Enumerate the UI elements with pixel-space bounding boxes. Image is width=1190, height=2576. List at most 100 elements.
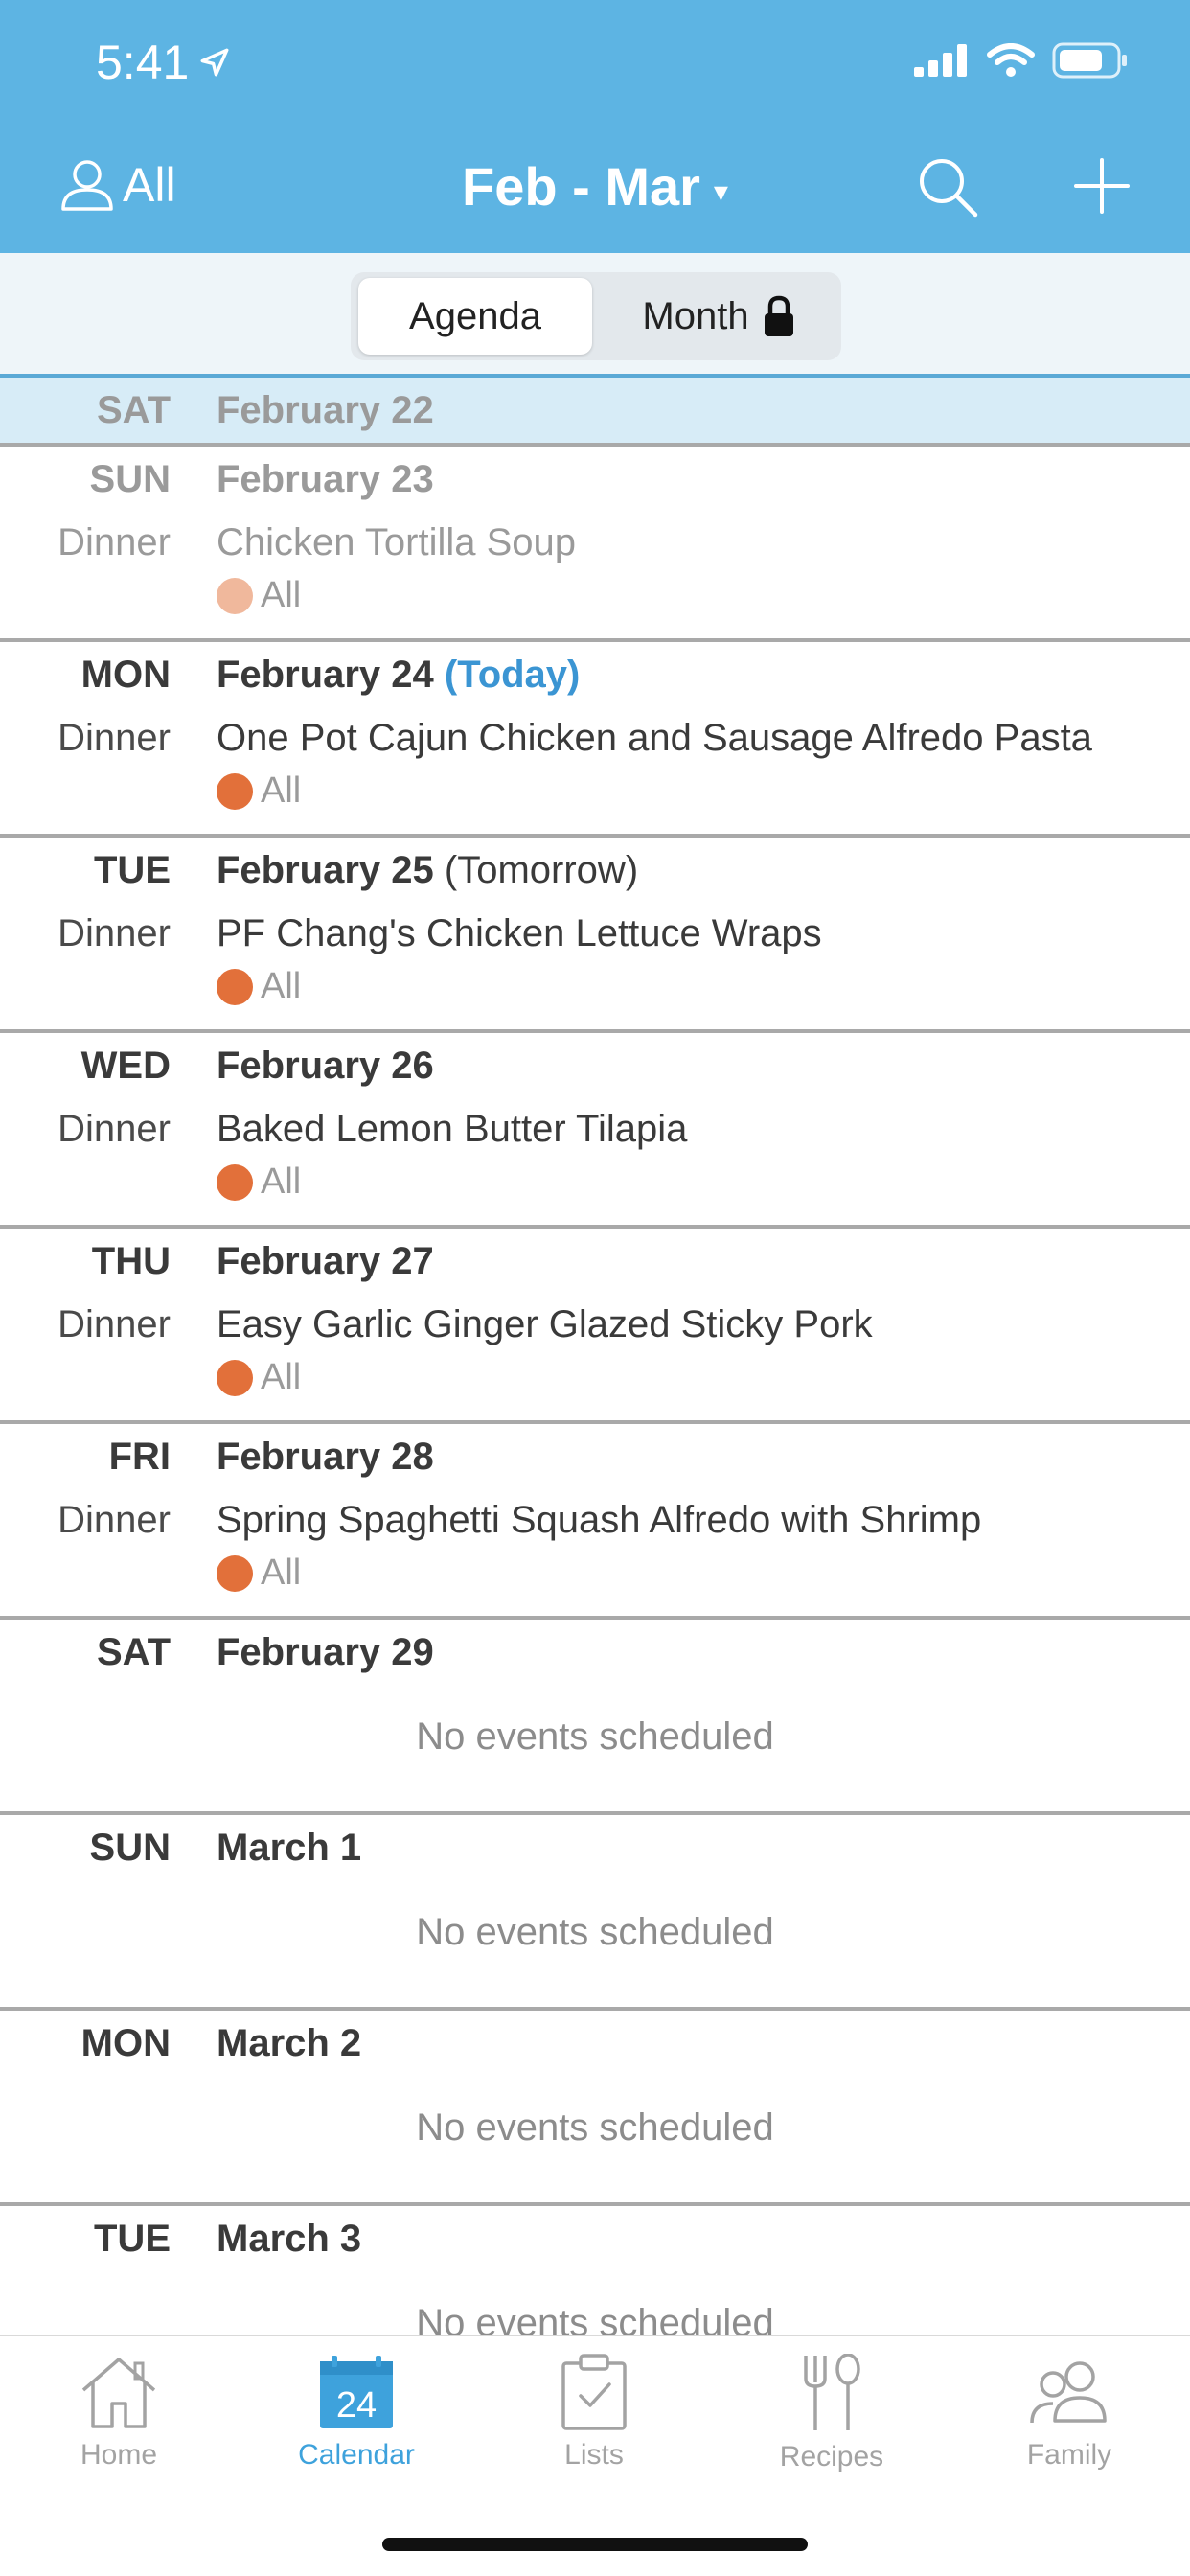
people-icon bbox=[1030, 2361, 1107, 2424]
search-icon bbox=[920, 159, 978, 218]
day-of-week: WED bbox=[80, 1045, 171, 1087]
meal-event[interactable]: Dinner PF Chang's Chicken Lettuce Wraps … bbox=[0, 907, 1190, 1029]
day-date: February 22 bbox=[217, 389, 434, 431]
plus-icon bbox=[1074, 158, 1130, 214]
day-date: February 24 (Today) bbox=[217, 654, 580, 697]
assignee-label: All bbox=[261, 1162, 302, 1202]
status-time-text: 5:41 bbox=[96, 35, 190, 89]
meal-type: Dinner bbox=[57, 1499, 171, 1541]
agenda-list: SAT February 22 SUN February 23 Dinner C… bbox=[0, 378, 1190, 2398]
calendar-icon: 24 bbox=[320, 2356, 393, 2428]
assignee: All bbox=[217, 1162, 301, 1203]
month-tab[interactable]: Month bbox=[602, 278, 835, 355]
add-button[interactable] bbox=[1073, 157, 1131, 219]
day-of-week: FRI bbox=[108, 1436, 171, 1478]
assignee-label: All bbox=[261, 575, 302, 615]
day-row[interactable]: SAT February 22 bbox=[0, 378, 1190, 447]
day-date: March 3 bbox=[217, 2218, 362, 2260]
day-date: February 25 (Tomorrow) bbox=[217, 849, 638, 892]
no-events-message: No events scheduled bbox=[416, 1715, 774, 1758]
assignee: All bbox=[217, 966, 301, 1007]
status-icons bbox=[914, 42, 1129, 79]
day-row: THU February 27 Dinner Easy Garlic Ginge… bbox=[0, 1229, 1190, 1424]
recipe-title: Easy Garlic Ginger Glazed Sticky Pork bbox=[217, 1303, 873, 1346]
tab-recipes[interactable]: Recipes bbox=[713, 2353, 950, 2473]
recipe-title: PF Chang's Chicken Lettuce Wraps bbox=[217, 912, 822, 954]
home-icon bbox=[81, 2358, 156, 2428]
day-header: WED February 26 bbox=[0, 1033, 1190, 1102]
view-segmented-control: Agenda Month bbox=[351, 272, 841, 360]
assignee-color-dot bbox=[217, 1554, 253, 1592]
meal-event[interactable]: Dinner Baked Lemon Butter Tilapia All bbox=[0, 1102, 1190, 1225]
day-of-week: TUE bbox=[94, 2218, 171, 2260]
tab-home[interactable]: Home bbox=[0, 2354, 238, 2472]
meal-event[interactable]: Dinner One Pot Cajun Chicken and Sausage… bbox=[0, 711, 1190, 834]
meal-type: Dinner bbox=[57, 717, 171, 759]
day-of-week: THU bbox=[91, 1240, 171, 1282]
day-of-week: TUE bbox=[94, 849, 171, 891]
day-row: SUN February 23 Dinner Chicken Tortilla … bbox=[0, 447, 1190, 642]
day-row: FRI February 28 Dinner Spring Spaghetti … bbox=[0, 1424, 1190, 1620]
agenda-tab[interactable]: Agenda bbox=[358, 278, 592, 355]
assignee: All bbox=[217, 1552, 301, 1594]
meal-event[interactable]: Dinner Easy Garlic Ginger Glazed Sticky … bbox=[0, 1298, 1190, 1420]
cellular-signal-icon bbox=[914, 44, 967, 77]
tab-calendar[interactable]: 24 Calendar bbox=[238, 2354, 475, 2472]
day-date: February 28 bbox=[217, 1436, 434, 1478]
assignee: All bbox=[217, 1357, 301, 1398]
day-header: SAT February 29 bbox=[0, 1620, 1190, 1689]
location-arrow-icon bbox=[200, 48, 229, 77]
recipe-title: Spring Spaghetti Squash Alfredo with Shr… bbox=[217, 1499, 982, 1541]
day-header: MON March 2 bbox=[0, 2011, 1190, 2080]
day-date: February 27 bbox=[217, 1240, 434, 1282]
assignee-label: All bbox=[261, 1552, 302, 1593]
wifi-icon bbox=[987, 43, 1035, 77]
meal-type: Dinner bbox=[57, 1303, 171, 1346]
recipe-title: Baked Lemon Butter Tilapia bbox=[217, 1108, 688, 1150]
tab-lists-label: Lists bbox=[564, 2439, 624, 2471]
day-of-week: MON bbox=[80, 2022, 171, 2064]
meal-event[interactable]: Dinner Chicken Tortilla Soup All bbox=[0, 516, 1190, 638]
day-of-week: SUN bbox=[89, 458, 171, 500]
recipe-title: Chicken Tortilla Soup bbox=[217, 521, 577, 564]
tab-lists[interactable]: Lists bbox=[475, 2354, 713, 2472]
day-of-week: SUN bbox=[89, 1827, 171, 1869]
app-header: 5:41 All Feb - Mar ▾ bbox=[0, 0, 1190, 253]
day-row[interactable]: SUN March 1 No events scheduled bbox=[0, 1815, 1190, 2011]
day-date: February 29 bbox=[217, 1631, 434, 1673]
month-tab-label: Month bbox=[642, 294, 749, 337]
day-header: TUE February 25 (Tomorrow) bbox=[0, 838, 1190, 907]
tab-family[interactable]: Family bbox=[950, 2354, 1188, 2472]
day-row[interactable]: MON March 2 No events scheduled bbox=[0, 2011, 1190, 2206]
assignee-label: All bbox=[261, 966, 302, 1006]
day-date: February 23 bbox=[217, 458, 434, 500]
day-row: TUE February 25 (Tomorrow) Dinner PF Cha… bbox=[0, 838, 1190, 1033]
day-header: THU February 27 bbox=[0, 1229, 1190, 1298]
meal-event[interactable]: Dinner Spring Spaghetti Squash Alfredo w… bbox=[0, 1493, 1190, 1616]
search-button[interactable] bbox=[916, 155, 979, 223]
agenda-tab-label: Agenda bbox=[409, 294, 541, 337]
day-date: March 2 bbox=[217, 2022, 362, 2064]
day-date: March 1 bbox=[217, 1827, 362, 1869]
day-of-week: SAT bbox=[96, 389, 171, 431]
home-indicator[interactable] bbox=[382, 2538, 808, 2551]
battery-icon bbox=[1052, 42, 1127, 79]
day-of-week: MON bbox=[80, 654, 171, 696]
assignee-color-dot bbox=[217, 968, 253, 1005]
day-header: SUN March 1 bbox=[0, 1815, 1190, 1884]
today-label: (Today) bbox=[444, 654, 581, 696]
assignee-color-dot bbox=[217, 1359, 253, 1396]
day-of-week: SAT bbox=[96, 1631, 171, 1673]
day-header: TUE March 3 bbox=[0, 2206, 1190, 2275]
recipe-title: One Pot Cajun Chicken and Sausage Alfred… bbox=[217, 717, 1092, 759]
date-range-title: Feb - Mar bbox=[462, 156, 700, 217]
caret-down-icon: ▾ bbox=[713, 176, 728, 208]
assignee-label: All bbox=[261, 1357, 302, 1397]
meal-type: Dinner bbox=[57, 521, 171, 564]
assignee-color-dot bbox=[217, 577, 253, 614]
day-row[interactable]: SAT February 29 No events scheduled bbox=[0, 1620, 1190, 1815]
day-date-text: February 24 bbox=[217, 654, 434, 696]
date-range-selector[interactable]: Feb - Mar ▾ bbox=[0, 155, 1190, 218]
view-switcher-bar: Agenda Month bbox=[0, 253, 1190, 378]
day-header: SAT February 22 bbox=[0, 378, 1190, 447]
